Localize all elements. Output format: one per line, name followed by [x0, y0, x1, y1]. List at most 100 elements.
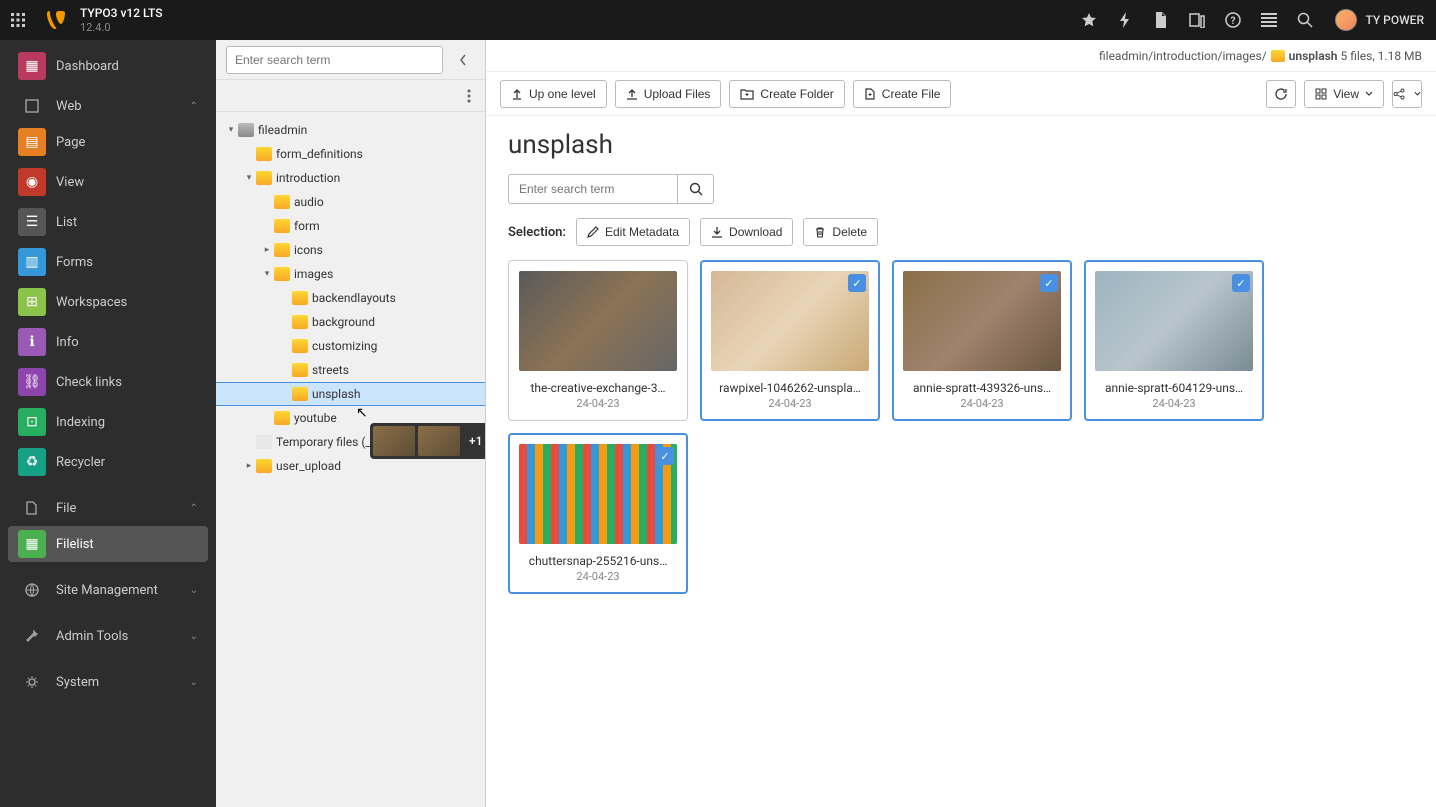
module-forms[interactable]: ▥Forms	[8, 244, 208, 280]
module-group-file[interactable]: File⌃	[8, 490, 208, 526]
module-group-web[interactable]: Web⌃	[8, 88, 208, 124]
tree-node-audio[interactable]: audio	[216, 190, 485, 214]
list-icon	[1261, 13, 1277, 27]
drag-count: +1	[463, 434, 485, 448]
help-button[interactable]: ?	[1215, 0, 1251, 40]
tree-node-customizing[interactable]: customizing	[216, 334, 485, 358]
search-input[interactable]	[508, 174, 678, 204]
content-toolbar: Up one level Upload Files Create Folder …	[486, 72, 1436, 116]
user-menu[interactable]: TY POWER	[1323, 9, 1436, 31]
star-icon	[1081, 12, 1097, 28]
tree-node-introduction[interactable]: ▾ introduction	[216, 166, 485, 190]
tree-search-input[interactable]	[226, 46, 443, 74]
tiles-icon	[1315, 88, 1327, 100]
search-submit-button[interactable]	[678, 174, 714, 204]
module-info[interactable]: ℹInfo	[8, 324, 208, 360]
file-tile[interactable]: ✓chuttersnap-255216-uns…24-04-23	[508, 433, 688, 594]
module-label: List	[56, 215, 77, 230]
cache-button[interactable]	[1107, 0, 1143, 40]
filelist-icon: ▦	[18, 530, 46, 558]
module-group-admintools[interactable]: Admin Tools⌄	[8, 618, 208, 654]
bookmark-button[interactable]	[1071, 0, 1107, 40]
view-button[interactable]: View	[1304, 80, 1384, 108]
search-button[interactable]	[1287, 0, 1323, 40]
tree-node-label: customizing	[312, 339, 377, 353]
tree-node-form[interactable]: form	[216, 214, 485, 238]
tree-node-streets[interactable]: streets	[216, 358, 485, 382]
tree-node-form-definitions[interactable]: form_definitions	[216, 142, 485, 166]
create-file-button[interactable]: Create File	[853, 80, 952, 108]
up-one-level-button[interactable]: Up one level	[500, 80, 607, 108]
module-filelist[interactable]: ▦Filelist	[8, 526, 208, 562]
list-button[interactable]	[1251, 0, 1287, 40]
module-group-site[interactable]: Site Management⌄	[8, 572, 208, 608]
avatar	[1335, 9, 1357, 31]
svg-text:?: ?	[1231, 16, 1236, 27]
file-tile[interactable]: ✓annie-spratt-604129-uns…24-04-23	[1084, 260, 1264, 421]
tree-toggle[interactable]: ▾	[224, 125, 238, 135]
module-page[interactable]: ▤Page	[8, 124, 208, 160]
recycler-icon: ♻	[18, 448, 46, 476]
tree-node-label: form_definitions	[276, 147, 363, 161]
open-docs-button[interactable]	[1179, 0, 1215, 40]
group-label: Site Management	[56, 583, 158, 598]
folder-icon	[292, 339, 308, 353]
open-doc-button[interactable]	[1143, 0, 1179, 40]
share-icon	[1393, 87, 1405, 101]
file-name: annie-spratt-604129-uns…	[1095, 381, 1253, 395]
module-recycler[interactable]: ♻Recycler	[8, 444, 208, 480]
module-menu: ▦ Dashboard Web⌃▤Page ◉View ☰List ▥Forms ⊞Wo…	[0, 40, 216, 807]
group-icon	[18, 668, 46, 696]
file-search	[508, 174, 1414, 204]
group-label: Admin Tools	[56, 629, 128, 644]
group-icon	[18, 576, 46, 604]
tree-node-backendlayouts[interactable]: backendlayouts	[216, 286, 485, 310]
module-checklinks[interactable]: ⛓Check links	[8, 364, 208, 400]
collapse-tree-button[interactable]	[451, 48, 475, 72]
pencil-icon	[587, 226, 599, 238]
drag-thumb	[418, 426, 460, 456]
tree-node-images[interactable]: ▾images	[216, 262, 485, 286]
apps-grid-button[interactable]	[0, 0, 36, 40]
module-view[interactable]: ◉View	[8, 164, 208, 200]
breadcrumb-bar: fileadmin/introduction/images/ unsplash …	[486, 40, 1436, 72]
tree-node-unsplash[interactable]: unsplash	[216, 382, 485, 406]
tree-node-fileadmin[interactable]: ▾fileadmin	[216, 118, 485, 142]
upload-files-button[interactable]: Upload Files	[615, 80, 722, 108]
tree-toggle[interactable]: ▸	[260, 245, 274, 255]
share-button[interactable]	[1392, 80, 1422, 108]
module-indexing[interactable]: ⊡Indexing	[8, 404, 208, 440]
module-dashboard[interactable]: ▦ Dashboard	[8, 48, 208, 84]
selected-check-icon: ✓	[656, 447, 674, 465]
tree-toggle[interactable]: ▾	[260, 269, 274, 279]
group-icon	[18, 622, 46, 650]
file-tile[interactable]: ✓rawpixel-1046262-unspla…24-04-23	[700, 260, 880, 421]
chevron-left-icon	[459, 54, 467, 66]
tree-options-button[interactable]	[463, 85, 475, 107]
file-tile[interactable]: ✓annie-spratt-439326-uns…24-04-23	[892, 260, 1072, 421]
tree-node-icons[interactable]: ▸icons	[216, 238, 485, 262]
download-button[interactable]: Download	[700, 218, 793, 246]
selected-check-icon: ✓	[1232, 274, 1250, 292]
create-folder-button[interactable]: Create Folder	[729, 80, 844, 108]
trash-icon	[814, 226, 826, 238]
edit-metadata-button[interactable]: Edit Metadata	[576, 218, 690, 246]
selected-check-icon: ✓	[848, 274, 866, 292]
dots-vertical-icon	[467, 89, 471, 103]
page-title: unsplash	[508, 130, 1414, 160]
tree-node-label: introduction	[276, 171, 340, 185]
tree-node-label: backendlayouts	[312, 291, 396, 305]
tree-node-background[interactable]: background	[216, 310, 485, 334]
module-workspaces[interactable]: ⊞Workspaces	[8, 284, 208, 320]
file-name: the-creative-exchange-3…	[519, 381, 677, 395]
tree-toggle[interactable]: ▾	[242, 173, 256, 183]
file-tile[interactable]: the-creative-exchange-3… 24-04-23	[508, 260, 688, 421]
module-list[interactable]: ☰List	[8, 204, 208, 240]
file-thumbnail	[519, 444, 677, 544]
file-name: annie-spratt-439326-uns…	[903, 381, 1061, 395]
delete-button[interactable]: Delete	[803, 218, 878, 246]
refresh-button[interactable]	[1266, 80, 1296, 108]
file-date: 24-04-23	[519, 397, 677, 410]
module-group-system[interactable]: System⌄	[8, 664, 208, 700]
tree-toggle[interactable]: ▸	[242, 461, 256, 471]
